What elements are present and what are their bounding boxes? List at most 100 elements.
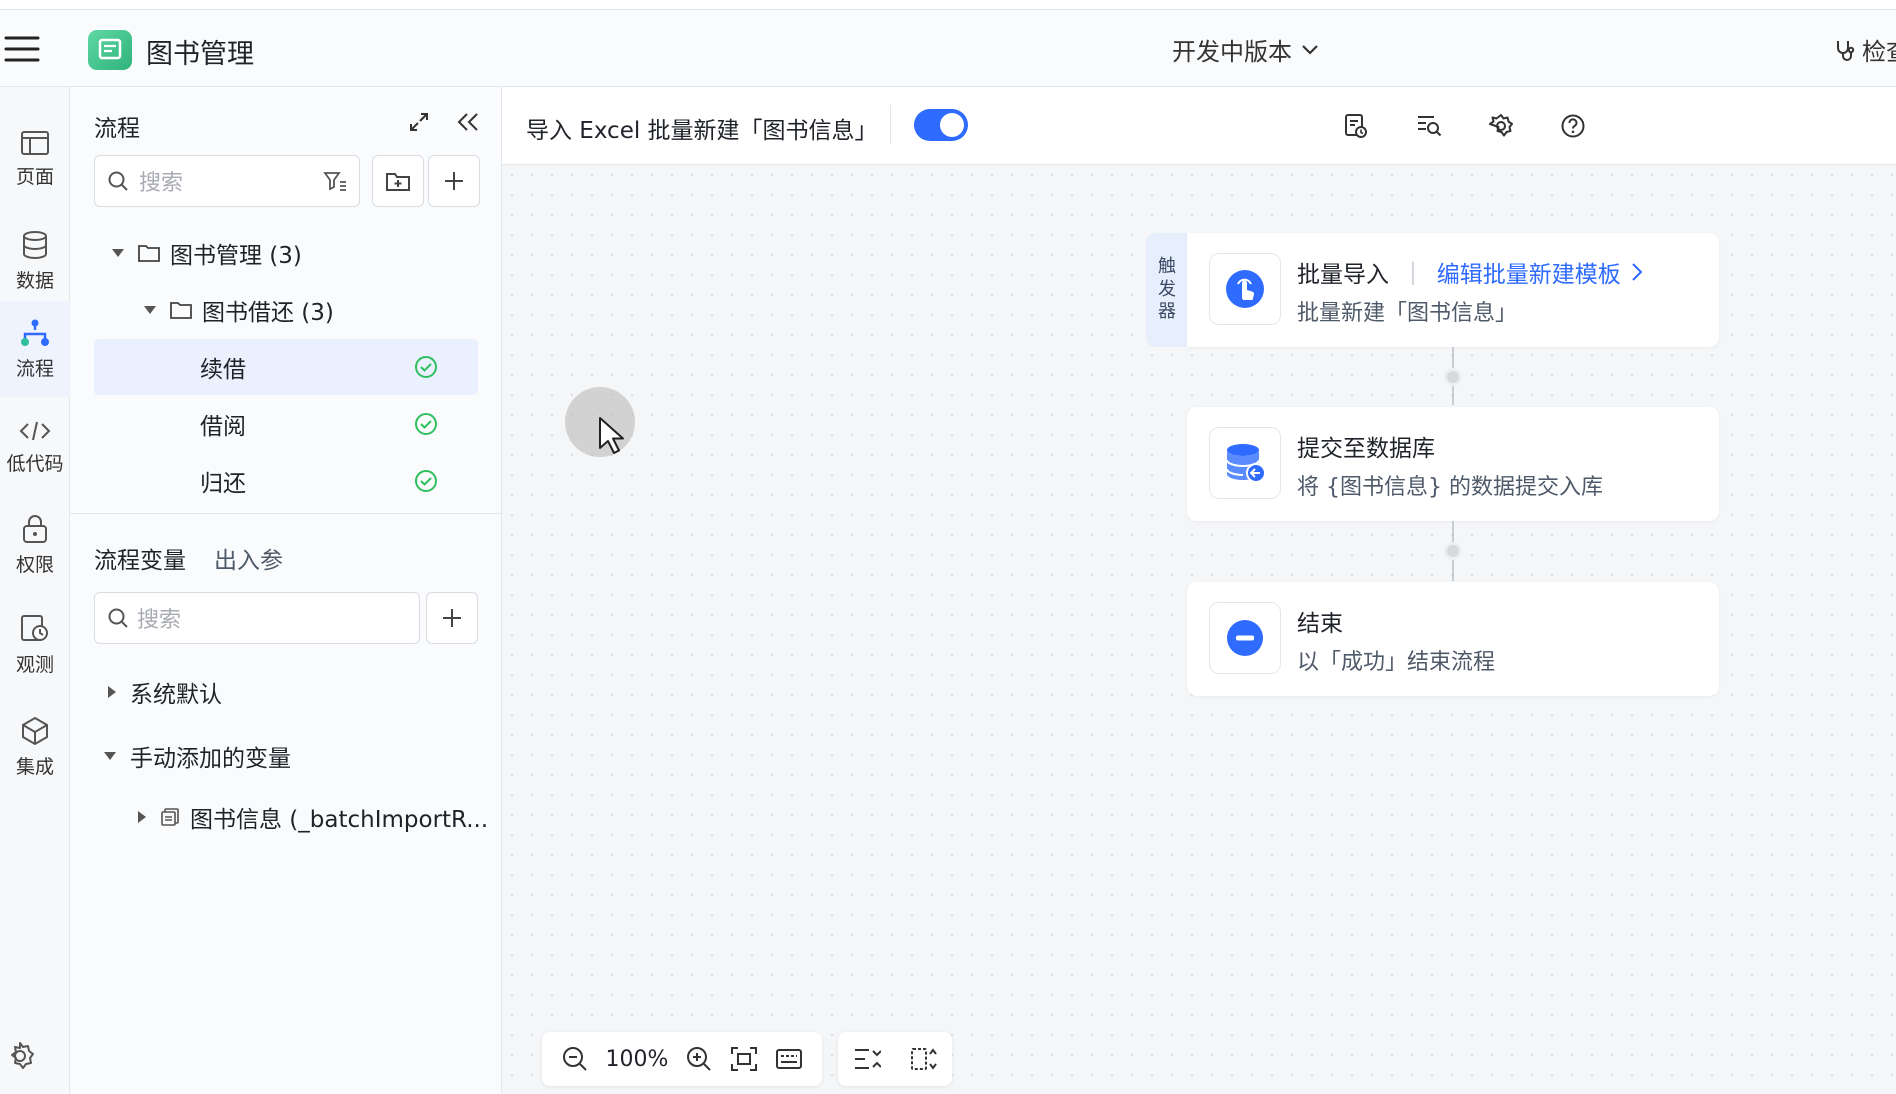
- node-end[interactable]: 结束 以「成功」结束流程: [1187, 582, 1719, 696]
- version-selector[interactable]: 开发中版本: [1172, 32, 1320, 67]
- rail-item-integration[interactable]: 集成: [0, 699, 70, 795]
- node-submit-database[interactable]: 提交至数据库 将 {图书信息} 的数据提交入库: [1187, 407, 1719, 521]
- var-group-manual[interactable]: 手动添加的变量: [70, 728, 502, 784]
- node-desc: 以「成功」结束流程: [1297, 650, 1496, 675]
- integration-icon: [20, 716, 50, 746]
- add-variable-button[interactable]: [426, 592, 478, 644]
- rail-item-flow[interactable]: 流程: [0, 301, 70, 397]
- folder-plus-icon: [385, 170, 411, 192]
- menu-icon[interactable]: [4, 34, 40, 64]
- lock-icon: [21, 514, 49, 544]
- tree-label: 图书管理 (3): [170, 243, 302, 269]
- top-bar: 图书管理 开发中版本 检查: [0, 10, 1896, 87]
- rail-item-pages[interactable]: 页面: [0, 111, 70, 207]
- zoom-out-icon[interactable]: [561, 1045, 589, 1073]
- flow-icon: [19, 318, 51, 348]
- tab-io-params[interactable]: 出入参: [214, 541, 283, 575]
- search-log-icon[interactable]: [1416, 113, 1442, 137]
- var-item-book-info[interactable]: 图书信息 (_batchImportR...: [70, 789, 502, 845]
- node-title: 批量导入: [1297, 262, 1389, 288]
- separator: |: [1409, 259, 1417, 285]
- version-history-icon[interactable]: [1344, 113, 1368, 139]
- collapse-panel-icon[interactable]: [456, 111, 480, 133]
- header-divider: [890, 105, 891, 145]
- tree-label: 归还: [200, 471, 246, 497]
- rail-label: 观测: [15, 653, 54, 676]
- search-icon: [107, 170, 129, 192]
- node-title: 提交至数据库: [1297, 436, 1435, 462]
- panel-title: 流程: [94, 116, 140, 142]
- add-node-dot[interactable]: [1444, 368, 1462, 386]
- node-icon-box: [1209, 253, 1281, 325]
- filter-icon[interactable]: [323, 170, 347, 192]
- node-desc: 批量新建「图书信息」: [1297, 301, 1518, 326]
- folder-icon: [138, 244, 160, 262]
- code-icon: [19, 419, 51, 443]
- minimap-icon[interactable]: [775, 1047, 803, 1071]
- flow-enable-toggle[interactable]: [914, 109, 968, 141]
- node-icon-box: [1209, 427, 1281, 499]
- trigger-char: 发: [1158, 278, 1176, 300]
- tab-flow-variables[interactable]: 流程变量: [94, 541, 186, 575]
- tree-folder-book-management[interactable]: 图书管理 (3): [70, 225, 502, 281]
- chevron-down-icon: [1300, 43, 1320, 57]
- layout-toolbar: [838, 1032, 952, 1086]
- trigger-char: 器: [1158, 301, 1176, 323]
- node-batch-import[interactable]: 批量导入 | 编辑批量新建模板 批量新建「图书信息」: [1187, 233, 1719, 347]
- tree-label: 图书借还 (3): [202, 300, 334, 326]
- add-node-dot[interactable]: [1444, 542, 1462, 560]
- caret-down-icon: [112, 249, 124, 257]
- tree-item-return[interactable]: 归还: [70, 453, 502, 509]
- search-placeholder: 搜索: [139, 171, 184, 196]
- variable-search-input[interactable]: 搜索: [94, 592, 420, 644]
- tree-folder-borrow-return[interactable]: 图书借还 (3): [70, 282, 502, 338]
- rail-label: 页面: [15, 165, 54, 188]
- tree-item-borrow[interactable]: 借阅: [70, 396, 502, 452]
- var-group-system-default[interactable]: 系统默认: [70, 664, 502, 720]
- layout-toggle-icon[interactable]: [910, 1046, 938, 1072]
- tree-label: 续借: [200, 357, 246, 383]
- rail-label: 集成: [15, 755, 54, 778]
- rail-item-observe[interactable]: 观测: [0, 597, 70, 693]
- inspect-label: 检查: [1862, 38, 1896, 66]
- caret-down-icon: [104, 752, 116, 760]
- collapse-all-icon[interactable]: [853, 1046, 881, 1072]
- new-folder-button[interactable]: [372, 155, 424, 207]
- rail-item-lowcode[interactable]: 低代码: [0, 399, 70, 495]
- tree-label: 借阅: [200, 414, 246, 440]
- chevron-right-icon: [1631, 262, 1643, 282]
- folder-icon: [170, 301, 192, 319]
- zoom-in-icon[interactable]: [685, 1045, 713, 1073]
- version-label: 开发中版本: [1172, 38, 1292, 66]
- rail-item-data[interactable]: 数据: [0, 213, 70, 309]
- check-circle-icon: [414, 412, 438, 436]
- gear-icon[interactable]: [1488, 113, 1514, 139]
- add-flow-button[interactable]: [428, 155, 480, 207]
- pointer-click-icon: [1223, 267, 1267, 311]
- trigger-tab: 触 发 器: [1146, 233, 1188, 347]
- search-icon: [107, 607, 129, 629]
- edit-template-link[interactable]: 编辑批量新建模板: [1437, 255, 1643, 289]
- tree-label: 系统默认: [130, 682, 222, 708]
- flow-panel: 流程 搜索 图书管理 (3) 图书借还 (3) 续借 借阅 归还 流程变量 出入: [70, 87, 502, 1094]
- database-icon: [20, 230, 50, 260]
- flow-search-input[interactable]: 搜索: [94, 155, 360, 207]
- flow-name[interactable]: 导入 Excel 批量新建「图书信息」: [526, 111, 878, 145]
- fit-screen-icon[interactable]: [730, 1046, 758, 1072]
- rail-label: 低代码: [6, 452, 64, 475]
- record-icon: [160, 807, 180, 827]
- expand-icon[interactable]: [408, 111, 430, 133]
- rail-label: 数据: [15, 269, 54, 292]
- tree-label: 手动添加的变量: [130, 746, 291, 772]
- plus-icon: [443, 170, 465, 192]
- gear-icon[interactable]: [4, 1040, 36, 1072]
- node-title: 结束: [1297, 611, 1343, 637]
- rail-item-permission[interactable]: 权限: [0, 497, 70, 593]
- tree-item-renew[interactable]: 续借: [94, 339, 478, 395]
- zoom-level: 100%: [605, 1046, 669, 1072]
- mouse-cursor-icon: [598, 416, 626, 456]
- check-circle-icon: [414, 469, 438, 493]
- help-icon[interactable]: [1560, 113, 1586, 139]
- inspect-button[interactable]: 检查: [1834, 32, 1896, 67]
- plus-icon: [441, 607, 463, 629]
